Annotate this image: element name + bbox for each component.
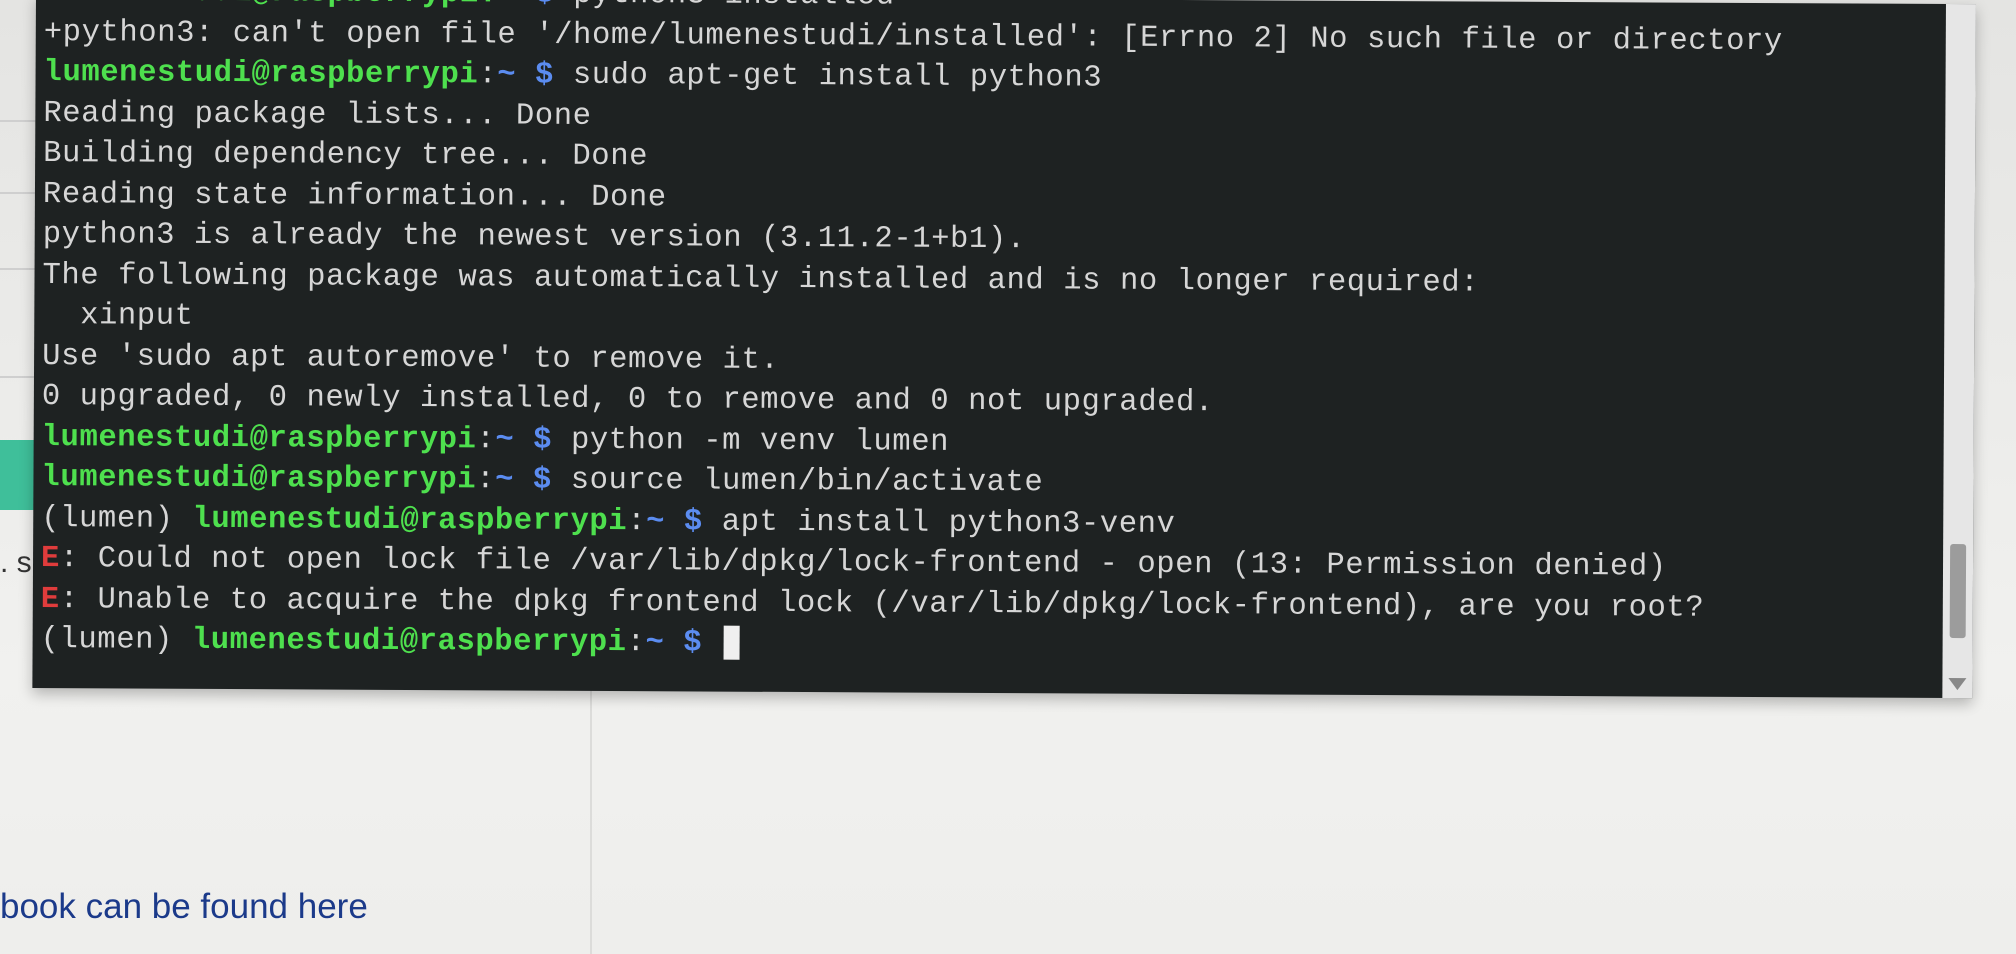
background-divider xyxy=(590,690,592,954)
scrollbar-thumb[interactable] xyxy=(1949,544,1967,639)
command-text: python -m venv lumen xyxy=(551,423,950,460)
prompt-dollar: $ xyxy=(513,463,552,498)
background-link[interactable]: book can be found here xyxy=(0,887,368,927)
prompt-dollar: $ xyxy=(664,504,703,539)
output-text: The following package was automatically … xyxy=(42,258,1480,301)
venv-indicator: (lumen) xyxy=(40,623,192,658)
command-text xyxy=(702,626,721,660)
prompt-colon: : xyxy=(627,504,647,539)
output-text: xinput xyxy=(42,299,194,334)
prompt-colon: : xyxy=(476,422,496,457)
output-text: Reading state information... Done xyxy=(42,177,667,215)
prompt-path: ~ $ xyxy=(498,0,555,12)
prompt-colon: : xyxy=(478,58,498,93)
prompt-path: ~ xyxy=(497,58,517,93)
terminal-output[interactable]: lumenestudi@raspberrypi:~ $ python3 inst… xyxy=(40,0,1936,698)
error-tag: E xyxy=(40,542,61,577)
prompt-user: lumenestudi@raspberrypi xyxy=(41,420,477,457)
output-text: Building dependency tree... Done xyxy=(43,137,649,175)
output-text: Use 'sudo apt autoremove' to remove it. xyxy=(42,339,780,378)
scroll-down-arrow-icon[interactable] xyxy=(1948,678,1967,691)
terminal-scrollbar[interactable] xyxy=(1942,4,1976,699)
prompt-user: lumenestudi@raspberrypi xyxy=(43,56,479,93)
command-text: python3 installed xyxy=(554,0,895,13)
command-text: sudo apt-get install python3 xyxy=(553,58,1103,96)
prompt-user: lumenestudi@raspberrypi xyxy=(191,623,627,661)
venv-indicator: (lumen) xyxy=(41,501,193,537)
prompt-dollar: $ xyxy=(516,58,555,93)
error-tag: E xyxy=(40,582,60,617)
terminal-window[interactable]: lumenestudi@raspberrypi:~ $ python3 inst… xyxy=(32,0,1976,699)
prompt-dollar: $ xyxy=(664,626,703,661)
prompt-path: ~ xyxy=(495,463,515,498)
prompt-colon: : xyxy=(476,463,496,498)
command-text: apt install python3-venv xyxy=(702,504,1176,542)
output-text: Reading package lists... Done xyxy=(43,96,592,134)
prompt-path: ~ xyxy=(495,422,515,458)
prompt-dollar: $ xyxy=(514,423,553,458)
prompt-user: lumenestudi@raspberrypi: xyxy=(44,0,498,11)
output-text: 0 upgraded, 0 newly installed, 0 to remo… xyxy=(41,380,1214,421)
output-text: +python3: can't open file '/home/lumenes… xyxy=(43,15,1783,59)
prompt-user: lumenestudi@raspberrypi xyxy=(41,461,477,498)
error-text: : Unable to acquire the dpkg frontend lo… xyxy=(59,582,1705,626)
prompt-user: lumenestudi@raspberrypi xyxy=(192,502,628,539)
terminal-cursor xyxy=(723,625,740,660)
output-text: python3 is already the newest version (3… xyxy=(42,218,1026,258)
command-text: source lumen/bin/activate xyxy=(551,463,1044,501)
prompt-path: ~ xyxy=(646,504,666,539)
prompt-colon: : xyxy=(626,626,646,661)
prompt-path: ~ xyxy=(645,626,665,661)
error-text: : Could not open lock file /var/lib/dpkg… xyxy=(59,542,1667,585)
